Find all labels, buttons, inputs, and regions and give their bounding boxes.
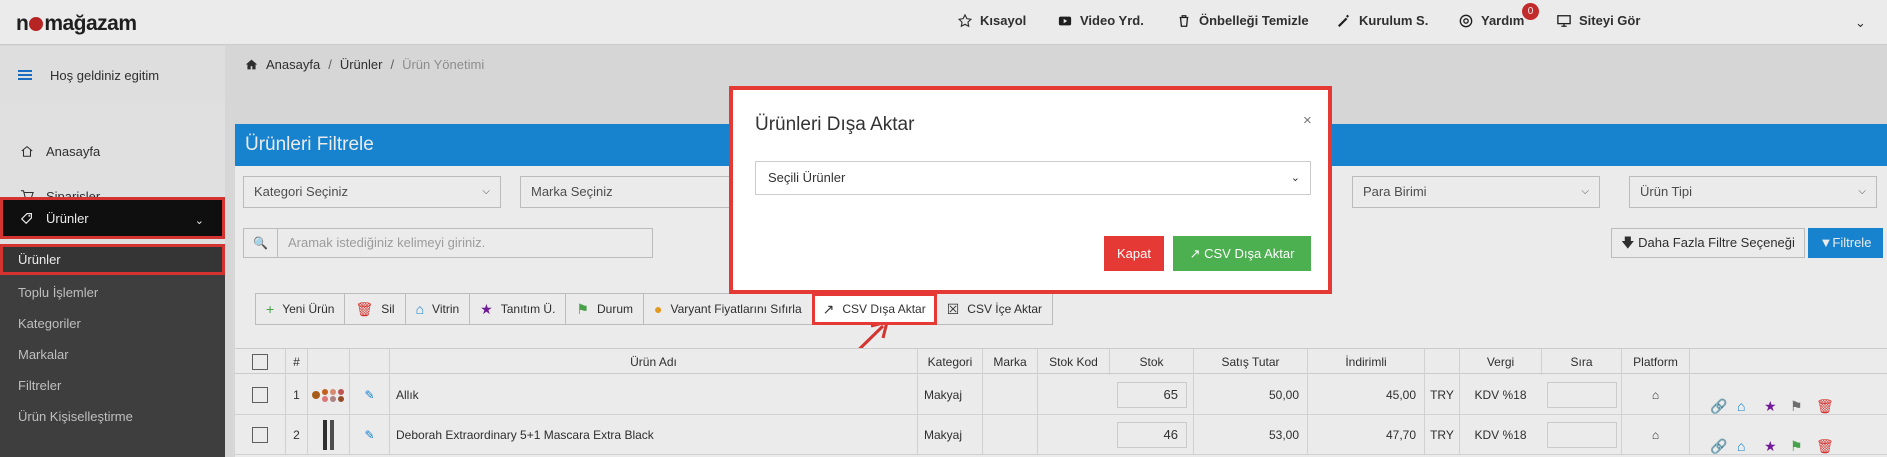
close-icon[interactable]: ×: [1303, 112, 1312, 129]
modal-title: Ürünleri Dışa Aktar: [755, 114, 915, 135]
csv-export-confirm-button[interactable]: ↗ CSV Dışa Aktar: [1173, 236, 1311, 271]
export-icon: ↗: [822, 300, 835, 317]
button-label: CSV Dışa Aktar: [842, 302, 926, 316]
chevron-down-icon: ⌄: [1290, 172, 1300, 184]
export-icon: ↗: [1189, 246, 1201, 261]
button-label: CSV Dışa Aktar: [1204, 246, 1295, 261]
select-value: Seçili Ürünler: [768, 170, 846, 185]
close-button[interactable]: Kapat: [1104, 236, 1164, 271]
csv-export-button[interactable]: ↗ CSV Dışa Aktar: [811, 293, 937, 325]
export-scope-select[interactable]: Seçili Ürünler ⌄: [755, 161, 1311, 195]
export-modal: Ürünleri Dışa Aktar × Seçili Ürünler ⌄ K…: [729, 86, 1332, 294]
